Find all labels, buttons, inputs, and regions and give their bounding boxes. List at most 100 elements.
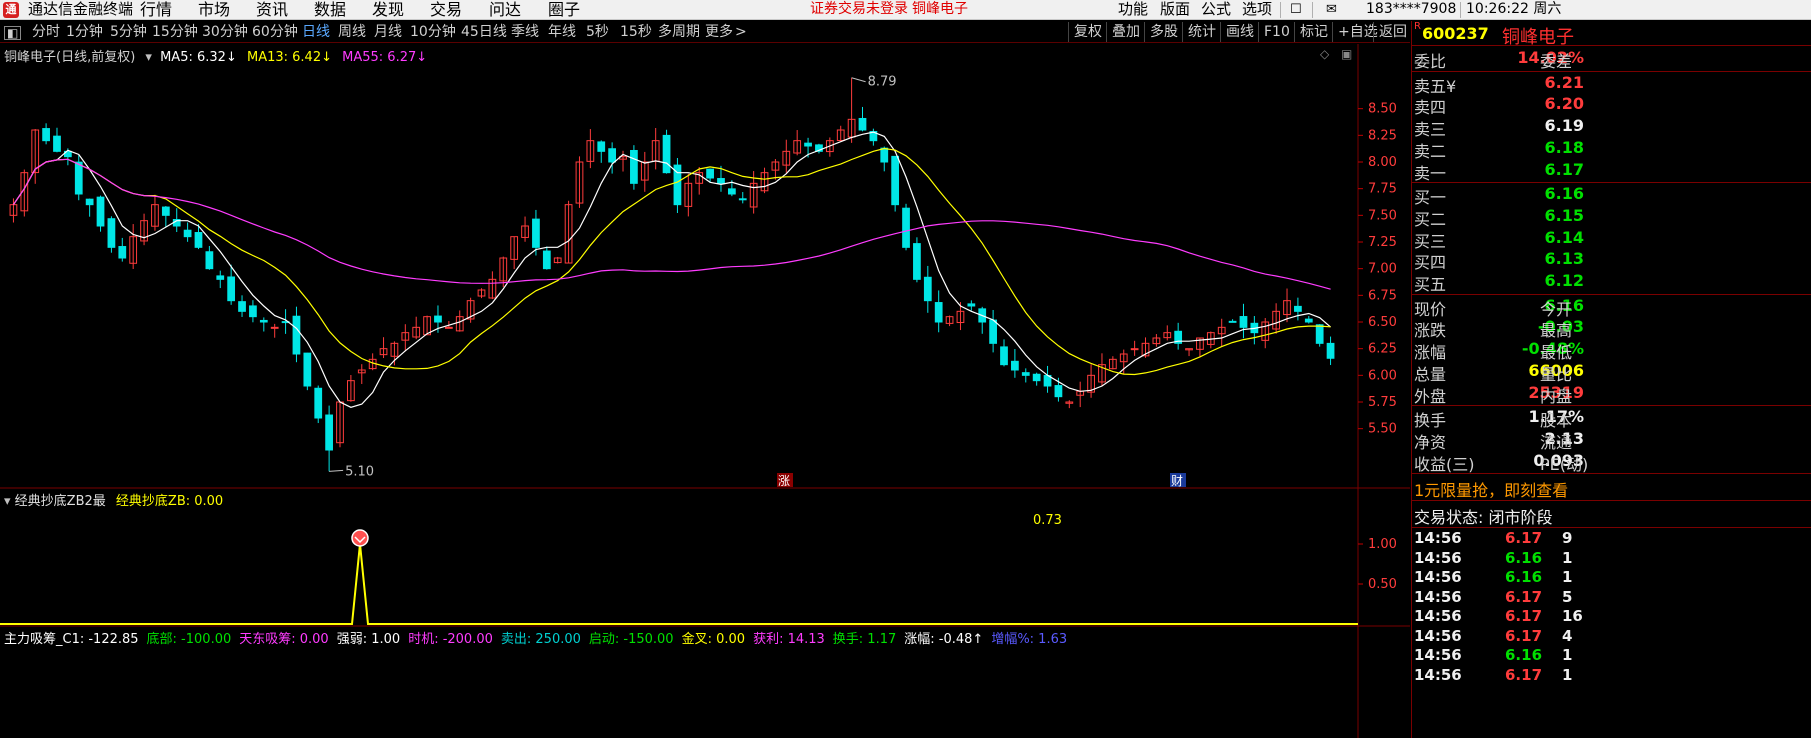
weibi-row[interactable]: 委比 14.02% 委差 [1412, 48, 1811, 71]
menu-zixun[interactable]: 资讯 [256, 0, 288, 19]
candle [183, 229, 192, 238]
user-account[interactable]: 183****7908 [1366, 0, 1456, 19]
ma-line-ma55 [12, 158, 1331, 290]
ask-row-value: 6.18 [1544, 137, 1584, 157]
menu-banmian[interactable]: 版面 [1160, 0, 1190, 19]
bottom-legend-item: 增幅%: 1.63 [991, 632, 1068, 647]
layout-toggle-icon[interactable]: ◧ [4, 26, 22, 40]
period-fenshi[interactable]: 分时 [32, 23, 60, 41]
period-multi[interactable]: 多周期 [658, 23, 700, 41]
period-15min[interactable]: 15分钟 [152, 23, 198, 41]
menu-wenda[interactable]: 问达 [489, 0, 521, 19]
back-button[interactable]: 返回 [1373, 22, 1407, 42]
draw-line-button[interactable]: 画线 [1220, 22, 1254, 42]
stat-row[interactable]: 现价 6.16 今开 [1412, 296, 1811, 319]
tick-time: 14:56 [1414, 568, 1462, 587]
promo-banner[interactable]: 1元限量抢，即刻查看 [1414, 477, 1568, 501]
f10-button[interactable]: F10 [1258, 22, 1290, 42]
menu-gongneng[interactable]: 功能 [1118, 0, 1148, 19]
sub-y-tick-label: 1.00 [1368, 537, 1397, 552]
period-15sec[interactable]: 15秒 [620, 23, 652, 41]
rong-mark: R [1414, 21, 1421, 32]
menu-jiaoyi[interactable]: 交易 [430, 0, 462, 19]
bid-row-label: 买四 [1414, 253, 1447, 273]
menu-xuanxiang[interactable]: 选项 [1242, 0, 1272, 19]
bottom-legend-item: 底部: -100.00 [146, 632, 232, 647]
stat-row[interactable]: 换手 1.17% 股本 [1412, 407, 1811, 430]
bid-row[interactable]: 买三 6.14 [1412, 228, 1811, 251]
stat-row[interactable]: 净资 2.13 流通 [1412, 429, 1811, 452]
period-10min[interactable]: 10分钟 [410, 23, 456, 41]
y-tick-label: 8.00 [1368, 155, 1397, 170]
chevron-right-icon[interactable]: > [735, 23, 747, 41]
period-30min[interactable]: 30分钟 [202, 23, 248, 41]
bid-row[interactable]: 买四 6.13 [1412, 249, 1811, 273]
y-tick-label: 8.50 [1368, 102, 1397, 117]
period-year[interactable]: 年线 [548, 23, 576, 41]
bid-row[interactable]: 买五 6.12 [1412, 271, 1811, 294]
multi-stock-button[interactable]: 多股 [1144, 22, 1178, 42]
stat-row[interactable]: 涨跌 -0.03 最高 [1412, 317, 1811, 340]
candle [238, 301, 246, 312]
ask-row[interactable]: 卖二 6.18 [1412, 137, 1811, 161]
period-5min[interactable]: 5分钟 [110, 23, 147, 41]
stat-row[interactable]: 总量 66006 量比 [1412, 361, 1811, 384]
menu-shichang[interactable]: 市场 [198, 0, 230, 19]
period-more[interactable]: 更多 [705, 23, 733, 41]
period-1min[interactable]: 1分钟 [66, 23, 103, 41]
bottom-legend-item: 涨幅: -0.48↑ [904, 632, 984, 647]
bottom-legend-item: 强弱: 1.00 [336, 632, 401, 647]
bottom-legend-item: 时机: -200.00 [408, 632, 493, 647]
mark-button[interactable]: 标记 [1294, 22, 1328, 42]
period-quarter[interactable]: 季线 [511, 23, 539, 41]
menu-gongshi[interactable]: 公式 [1201, 0, 1231, 19]
bottom-legend: 主力吸筹_C1: -122.85 底部: -100.00 天东吸筹: 0.00 强弱:… [4, 628, 1075, 647]
period-month[interactable]: 月线 [374, 23, 402, 41]
sub-indicator-name[interactable]: 经典抄底ZB2最 [15, 494, 106, 509]
login-notice[interactable]: 证券交易未登录 [810, 0, 908, 19]
menu-shuju[interactable]: 数据 [314, 0, 346, 19]
y-tick-label: 7.00 [1368, 262, 1397, 277]
stat-row[interactable]: 涨幅 -0.48% 最低 [1412, 339, 1811, 362]
ask-row[interactable]: 卖四 6.20 [1412, 94, 1811, 117]
phone-icon[interactable]: ☐ [1290, 0, 1302, 19]
mail-icon[interactable]: ✉ [1326, 0, 1337, 19]
stock-name[interactable]: 铜峰电子 [1502, 23, 1574, 49]
ask-row[interactable]: 卖一 6.17 [1412, 160, 1811, 183]
candle [880, 147, 889, 163]
stat-row[interactable]: 外盘 25319 内盘 [1412, 383, 1811, 406]
period-60min[interactable]: 60分钟 [252, 23, 298, 41]
menu-hangqing[interactable]: 行情 [140, 0, 172, 19]
notice-stock-name: 铜峰电子 [912, 1, 968, 17]
sub-settings-icon[interactable]: ▾ [4, 494, 15, 509]
menu-faxian[interactable]: 发现 [372, 0, 404, 19]
ask-row-label: 卖二 [1414, 141, 1447, 161]
legend-settings-icon[interactable]: ▾ [145, 50, 152, 65]
clock: 10:26:22 周六 [1466, 1, 1562, 17]
menu-divider [1280, 2, 1281, 18]
y-tick-label: 7.25 [1368, 235, 1397, 250]
period-day[interactable]: 日线 [302, 23, 330, 41]
bid-row[interactable]: 买一 6.16 [1412, 184, 1811, 207]
ask-row[interactable]: 卖三 6.19 [1412, 116, 1811, 139]
candle [934, 302, 943, 323]
menu-quanzi[interactable]: 圈子 [548, 0, 580, 19]
ask-row[interactable]: 卖五¥ 6.21 [1412, 73, 1811, 96]
add-watchlist-button[interactable]: +自选 [1332, 22, 1378, 42]
low-label: 5.10 [345, 464, 374, 479]
period-5sec[interactable]: 5秒 [586, 23, 609, 41]
stat-row[interactable]: 收益(三) 0.093 PE(动) [1412, 451, 1811, 474]
period-week[interactable]: 周线 [338, 23, 366, 41]
fuquan-button[interactable]: 复权 [1068, 22, 1102, 42]
y-tick-label: 6.00 [1368, 368, 1397, 383]
candle [923, 276, 932, 302]
divider [1412, 70, 1811, 72]
overlay-button[interactable]: 叠加 [1106, 22, 1140, 42]
stats-button[interactable]: 统计 [1182, 22, 1216, 42]
bid-row[interactable]: 买二 6.15 [1412, 206, 1811, 229]
tick-volume: 5 [1562, 587, 1573, 606]
candle [314, 387, 323, 419]
stock-code[interactable]: 600237 [1422, 24, 1489, 43]
tick-volume: 1 [1562, 665, 1573, 684]
period-45day[interactable]: 45日线 [461, 23, 507, 41]
